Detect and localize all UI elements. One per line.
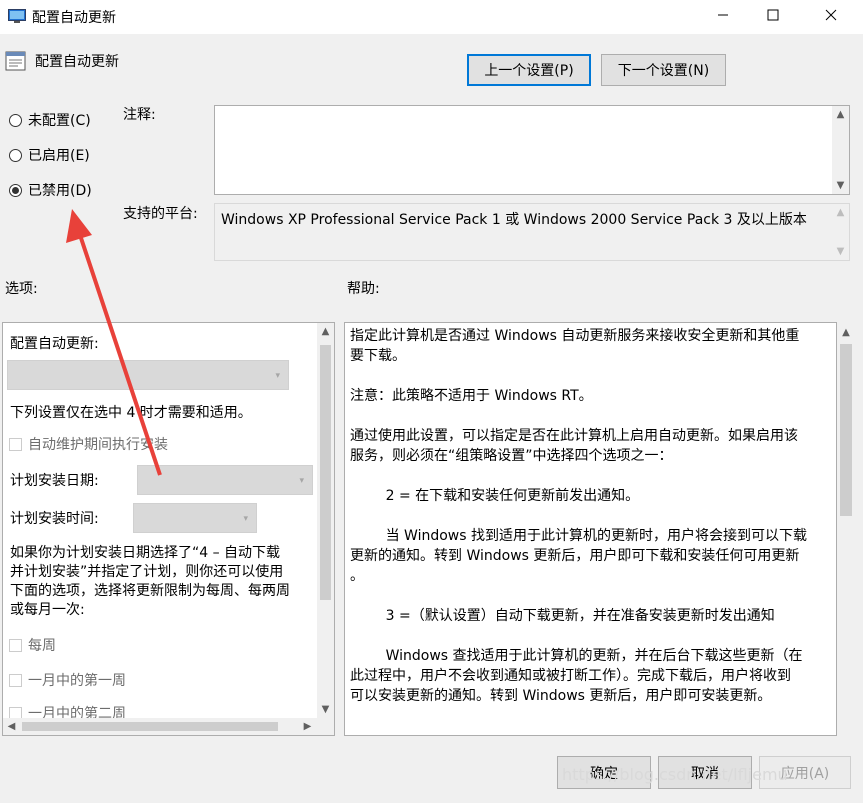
checkbox-label: 一月中的第一周 (28, 673, 126, 689)
scroll-down-icon[interactable]: ▼ (832, 243, 849, 260)
help-line: 更新的通知。转到 Windows 更新后，用户即可下载和安装任何可用更新 (350, 548, 800, 564)
help-line (350, 466, 835, 486)
chevron-down-icon: ▾ (299, 476, 304, 486)
radio-disabled[interactable]: 已禁用(D) (9, 180, 92, 200)
radio-not-configured[interactable]: 未配置(C) (9, 110, 91, 130)
chevron-down-icon: ▾ (275, 371, 280, 381)
help-line: 。 (350, 568, 364, 584)
checkbox-label: 每周 (28, 638, 56, 654)
scroll-down-icon[interactable]: ▼ (832, 177, 849, 194)
paragraph-line: 如果你为计划安装日期选择了“4 – 自动下载 (10, 545, 281, 561)
help-panel: 指定此计算机是否通过 Windows 自动更新服务来接收安全更新和其他重 要下载。… (344, 322, 837, 736)
checkbox-box (9, 437, 22, 451)
paragraph-line: 下面的选项，选择将更新限制为每周、每两周 (10, 583, 290, 599)
help-label: 帮助: (347, 281, 380, 297)
help-line: 此过程中，用户不会收到通知或被打断工作）。完成下载后，用户将收到 (350, 668, 791, 684)
help-line: 3 =（默认设置）自动下载更新，并在准备安装更新时发出通知 (350, 608, 775, 624)
first-week-checkbox[interactable]: 一月中的第一周 (9, 670, 126, 690)
help-line (350, 506, 835, 526)
scroll-right-icon[interactable]: ▶ (299, 718, 316, 735)
prev-setting-button[interactable]: 上一个设置(P) (467, 54, 591, 86)
help-line: 指定此计算机是否通过 Windows 自动更新服务来接收安全更新和其他重 (350, 328, 800, 344)
radio-label: 未配置(C) (28, 113, 91, 129)
maximize-icon (767, 9, 779, 25)
chevron-down-icon: ▾ (243, 514, 248, 524)
help-text: 指定此计算机是否通过 Windows 自动更新服务来接收安全更新和其他重 要下载。… (350, 326, 835, 706)
help-line: 服务，则必须在“组策略设置”中选择四个选项之一： (350, 448, 673, 464)
schedule-paragraph: 如果你为计划安装日期选择了“4 – 自动下载 并计划安装”并指定了计划，则你还可… (10, 544, 315, 620)
scroll-up-icon[interactable]: ▲ (832, 106, 849, 123)
help-line: 通过使用此设置，可以指定是否在此计算机上启用自动更新。如果启用该 (350, 428, 798, 444)
weekly-checkbox[interactable]: 每周 (9, 635, 56, 655)
help-line (350, 586, 835, 606)
help-line: 注意：此策略不适用于 Windows RT。 (350, 388, 593, 404)
watermark-text: https://blog.csdn.net/lfljemu (562, 765, 788, 784)
options-label: 选项: (5, 281, 38, 297)
radio-enabled[interactable]: 已启用(E) (9, 145, 90, 165)
schedule-time-dropdown[interactable]: ▾ (133, 503, 257, 533)
next-setting-button[interactable]: 下一个设置(N) (601, 54, 726, 86)
comment-scrollbar[interactable]: ▲ ▼ (832, 106, 849, 194)
scroll-thumb[interactable] (320, 345, 331, 600)
help-line (350, 406, 835, 426)
paragraph-line: 或每月一次: (10, 602, 85, 618)
help-line: 2 = 在下载和安装任何更新前发出通知。 (350, 488, 640, 504)
schedule-time-label: 计划安装时间: (10, 511, 99, 527)
radio-label: 已禁用(D) (28, 183, 92, 199)
scroll-left-icon[interactable]: ◀ (3, 718, 20, 735)
options-vscrollbar[interactable]: ▲ ▼ (317, 323, 334, 718)
close-button[interactable] (808, 0, 854, 34)
scroll-up-icon[interactable]: ▲ (317, 323, 334, 340)
close-icon (825, 9, 837, 25)
annotation-arrow (66, 209, 162, 476)
scroll-thumb[interactable] (22, 722, 278, 731)
options-hscrollbar[interactable]: ◀ ▶ (3, 718, 334, 735)
radio-circle (9, 148, 22, 162)
comment-textarea[interactable]: ▲ ▼ (214, 105, 850, 195)
platform-box: Windows XP Professional Service Pack 1 或… (214, 203, 850, 261)
scroll-up-icon[interactable]: ▲ (837, 322, 855, 342)
comment-label: 注释: (123, 107, 156, 123)
scroll-down-icon[interactable]: ▼ (317, 701, 334, 718)
platform-scrollbar[interactable]: ▲ ▼ (832, 204, 849, 260)
window-title: 配置自动更新 (32, 10, 116, 26)
scroll-up-icon[interactable]: ▲ (832, 204, 849, 221)
maximize-button[interactable] (750, 0, 796, 34)
scroll-thumb[interactable] (840, 344, 852, 516)
help-scrollbar[interactable]: ▲ (837, 322, 855, 736)
help-line: 可以安装更新的通知。转到 Windows 更新后，用户即可安装更新。 (350, 688, 772, 704)
app-icon (8, 9, 26, 24)
policy-icon (5, 50, 27, 72)
radio-circle (9, 183, 22, 197)
help-line (350, 626, 835, 646)
policy-name: 配置自动更新 (35, 54, 119, 70)
checkbox-box (9, 638, 22, 652)
checkbox-box (9, 673, 22, 687)
paragraph-line: 并计划安装”并指定了计划，则你还可以使用 (10, 564, 284, 580)
radio-label: 已启用(E) (28, 148, 90, 164)
minimize-icon (717, 9, 729, 25)
help-line: 当 Windows 找到适用于此计算机的更新时，用户将会接到可以下载 (350, 528, 807, 544)
help-line: 要下载。 (350, 348, 406, 364)
minimize-button[interactable] (700, 0, 746, 34)
help-line: Windows 查找适用于此计算机的更新，并在后台下载这些更新（在 (350, 648, 803, 664)
help-line (350, 366, 835, 386)
platform-text: Windows XP Professional Service Pack 1 或… (221, 212, 807, 228)
title-bar: 配置自动更新 (0, 0, 863, 34)
radio-circle (9, 113, 22, 127)
